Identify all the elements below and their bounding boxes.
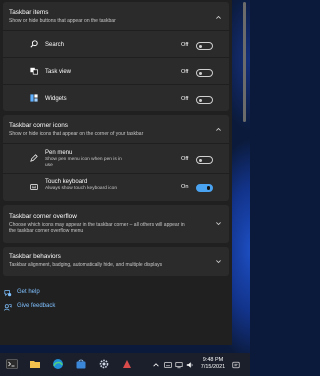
row-sub-1: Show pen menu icon when pen is in [45, 157, 122, 162]
group-title: Taskbar corner icons [9, 122, 68, 129]
get-help-link[interactable]: Get help [4, 288, 74, 298]
get-help-label: Get help [17, 289, 40, 295]
task-view-icon [30, 67, 38, 75]
taskbar-items-header[interactable]: Taskbar items Show or hide buttons that … [3, 2, 229, 30]
folder-icon[interactable] [29, 358, 41, 370]
group-title: Taskbar corner overflow [9, 213, 77, 220]
toggle-knob [199, 44, 202, 48]
group-subtitle: Taskbar alignment, badging, automaticall… [9, 262, 163, 268]
give-feedback-link[interactable]: Give feedback [4, 302, 74, 312]
chevron-up-icon[interactable] [215, 14, 222, 21]
toggle-knob [199, 98, 202, 102]
group-subtitle-2: the taskbar corner overflow menu [9, 228, 84, 234]
network-icon[interactable] [175, 361, 183, 369]
setting-row-touch-keyboard: Touch keyboard Always show touch keyboar… [3, 173, 229, 201]
row-label: Task view [45, 69, 72, 75]
toggle-state-text: Off [181, 96, 189, 102]
corner-icons-group: Taskbar corner icons Show or hide icons … [3, 115, 229, 201]
taskbar: 9:48 PM 7/15/2021 [0, 353, 250, 376]
taskbar-settings-panel: Taskbar items Show or hide buttons that … [0, 0, 232, 345]
row-sub-2: use [45, 163, 53, 168]
row-label: Pen menu [45, 150, 73, 156]
group-subtitle: Show or hide buttons that appear on the … [9, 18, 116, 24]
app-icon[interactable] [121, 358, 133, 370]
row-sub-1: Always show touch keyboard icon [45, 186, 117, 191]
toggle-knob [206, 186, 210, 190]
give-feedback-label: Give feedback [17, 303, 56, 309]
widgets-icon [30, 94, 38, 102]
keyboard-icon [30, 184, 38, 190]
store-icon[interactable] [75, 358, 87, 370]
keyboard-icon[interactable] [164, 361, 172, 369]
setting-row-widgets: Widgets Off [3, 84, 229, 111]
notification-icon[interactable] [232, 361, 240, 369]
row-label: Search [45, 42, 65, 48]
terminal-icon[interactable] [6, 358, 18, 370]
group-subtitle: Show or hide icons that appear on the co… [9, 131, 144, 137]
toggle-state-text: Off [181, 69, 189, 75]
taskbar-clock-time[interactable]: 9:48 PM [199, 357, 227, 364]
help-icon [4, 290, 12, 297]
taskbar-clock-date[interactable]: 7/15/2021 [199, 364, 227, 371]
feedback-icon [4, 304, 12, 311]
setting-row-pen-menu: Pen menu Show pen menu icon when pen is … [3, 143, 229, 173]
scrollbar[interactable] [240, 0, 250, 345]
search-icon [30, 40, 38, 48]
setting-row-task-view: Task view Off [3, 57, 229, 84]
setting-row-search: Search Off [3, 30, 229, 57]
task-view-toggle[interactable] [196, 69, 213, 77]
edge-icon[interactable] [52, 358, 64, 370]
row-label: Widgets [45, 96, 67, 102]
settings-gear-icon[interactable] [98, 358, 110, 370]
group-title: Taskbar items [9, 9, 49, 16]
scrollbar-thumb[interactable] [243, 2, 246, 122]
search-toggle[interactable] [196, 42, 213, 50]
pen-icon [30, 154, 38, 162]
volume-icon[interactable] [186, 361, 194, 369]
behaviors-group[interactable]: Taskbar behaviors Taskbar alignment, bad… [3, 247, 229, 276]
chevron-down-icon[interactable] [215, 220, 222, 227]
touch-keyboard-toggle[interactable] [196, 184, 213, 192]
row-label: Touch keyboard [45, 179, 88, 185]
widgets-toggle[interactable] [196, 96, 213, 104]
chevron-up-icon[interactable] [215, 126, 222, 133]
toggle-state-text: On [181, 184, 189, 190]
toggle-knob [199, 158, 202, 162]
pen-menu-toggle[interactable] [196, 156, 213, 164]
toggle-knob [199, 71, 202, 75]
toggle-state-text: Off [181, 156, 189, 162]
group-title: Taskbar behaviors [9, 253, 61, 260]
corner-overflow-group[interactable]: Taskbar corner overflow Choose which ico… [3, 205, 229, 243]
chevron-up-icon[interactable] [152, 361, 160, 369]
chevron-down-icon[interactable] [215, 258, 222, 265]
taskbar-items-group: Taskbar items Show or hide buttons that … [3, 2, 229, 111]
toggle-state-text: Off [181, 42, 189, 48]
corner-icons-header[interactable]: Taskbar corner icons Show or hide icons … [3, 115, 229, 143]
